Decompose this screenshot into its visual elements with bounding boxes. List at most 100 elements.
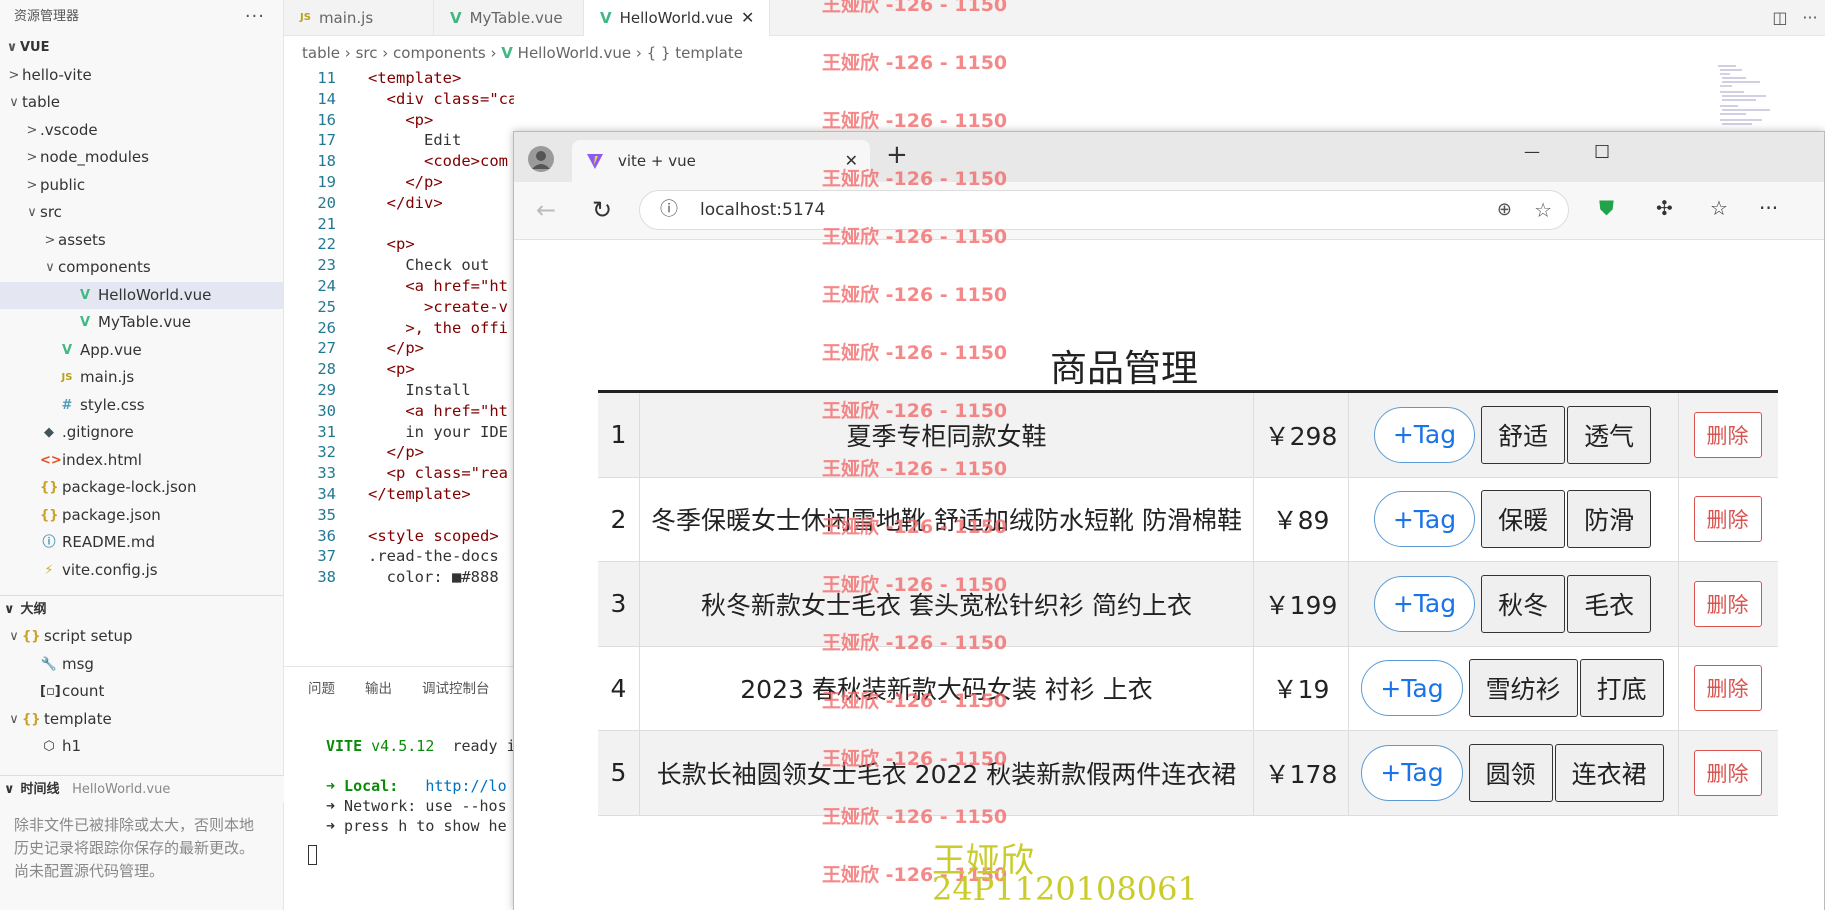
favorite-star-icon[interactable]: ☆: [1534, 191, 1552, 229]
tree-item-label: MyTable.vue: [98, 313, 191, 331]
tree-item[interactable]: JS main.js: [0, 364, 283, 392]
tree-item[interactable]: [▫] count: [0, 678, 284, 706]
watermark-text: 王娅欣 -126 - 1150: [822, 632, 1008, 654]
address-bar[interactable]: ⓘ localhost:5174 ⊕ ☆: [639, 190, 1569, 230]
tree-item[interactable]: V MyTable.vue: [0, 309, 283, 337]
tag-chip[interactable]: 舒适: [1481, 405, 1566, 464]
tree-item[interactable]: ⬡ h1: [0, 733, 284, 761]
chevron-down-icon: ∨: [27, 205, 37, 220]
breadcrumb-template[interactable]: { } template: [647, 44, 743, 62]
tree-item[interactable]: ⚡ vite.config.js: [0, 557, 283, 585]
table-row: 1 夏季专柜同款女鞋 ￥298 +Tag 舒适 透气 删除: [598, 393, 1778, 478]
breadcrumb-components[interactable]: components: [393, 44, 486, 62]
tree-item[interactable]: V HelloWorld.vue: [0, 281, 283, 309]
file-type-icon: {}: [40, 480, 59, 495]
more-icon[interactable]: ···: [1759, 196, 1778, 220]
outline-header[interactable]: ∨ 大纲: [0, 595, 284, 623]
chevron-right-icon: >: [26, 177, 38, 193]
tab-main-js[interactable]: JS main.js: [284, 0, 434, 36]
tag-chip[interactable]: 连衣裙: [1554, 743, 1664, 802]
file-type-icon: ⓘ: [42, 535, 56, 550]
tree-item[interactable]: # style.css: [0, 392, 283, 420]
delete-button[interactable]: 删除: [1693, 496, 1762, 543]
minimize-button[interactable]: —: [1524, 142, 1540, 161]
tab-helloworld-vue[interactable]: V HelloWorld.vue ✕: [584, 0, 770, 36]
file-type-icon: JS: [61, 372, 73, 383]
breadcrumb: table › src › components › V HelloWorld.…: [284, 40, 1284, 66]
shield-icon[interactable]: ⛊: [1599, 196, 1614, 220]
tag-chip[interactable]: 保暖: [1481, 490, 1566, 549]
watermark-text: 王娅欣 -126 - 1150: [822, 0, 1008, 16]
explorer-root[interactable]: ∨ VUE: [0, 34, 283, 62]
tree-item[interactable]: > assets: [0, 227, 283, 255]
tree-item[interactable]: ∨{} script setup: [0, 623, 284, 651]
tree-item[interactable]: ∨{} template: [0, 706, 284, 734]
add-tag-button[interactable]: +Tag: [1373, 406, 1476, 463]
delete-button[interactable]: 删除: [1693, 411, 1762, 458]
maximize-button[interactable]: ☐: [1594, 142, 1610, 163]
tag-chip[interactable]: 圆领: [1468, 743, 1553, 802]
tab-output[interactable]: 输出: [365, 677, 392, 697]
site-info-icon[interactable]: ⓘ: [660, 191, 678, 229]
tree-item[interactable]: V App.vue: [0, 337, 283, 365]
tree-item[interactable]: > public: [0, 172, 283, 200]
tab-mytable-vue[interactable]: V MyTable.vue: [434, 0, 584, 36]
zoom-icon[interactable]: ⊕: [1497, 191, 1512, 229]
timeline-header[interactable]: ∨ 时间线 HelloWorld.vue: [0, 775, 284, 803]
file-type-icon: ◆: [44, 425, 54, 440]
tree-item[interactable]: <> index.html: [0, 447, 283, 475]
delete-button[interactable]: 删除: [1693, 665, 1762, 712]
tree-item[interactable]: ∨ components: [0, 254, 283, 282]
add-tag-button[interactable]: +Tag: [1373, 575, 1476, 632]
tag-chip[interactable]: 透气: [1567, 405, 1652, 464]
close-icon[interactable]: ✕: [741, 0, 754, 36]
breadcrumb-file[interactable]: HelloWorld.vue: [518, 44, 631, 62]
bottom-panel: 问题 输出 调试控制台 VITE v4.5.12 ready i ➜ Local…: [284, 666, 516, 910]
tag-chip[interactable]: 毛衣: [1567, 574, 1652, 633]
tab-problems[interactable]: 问题: [308, 677, 335, 697]
tree-item[interactable]: {} package-lock.json: [0, 474, 283, 502]
tree-item[interactable]: > hello-vite: [0, 62, 283, 90]
tag-chip[interactable]: 秋冬: [1481, 574, 1566, 633]
code-editor[interactable]: 11<template>14 <div class="card">16 <p>1…: [284, 66, 514, 666]
split-editor-icon[interactable]: ◫: [1772, 8, 1787, 27]
tree-item[interactable]: > node_modules: [0, 144, 283, 172]
tree-item[interactable]: 🔧 msg: [0, 651, 284, 679]
more-actions-icon[interactable]: ···: [1802, 8, 1817, 27]
minimap[interactable]: [1716, 62, 1776, 132]
tag-chip[interactable]: 防滑: [1567, 490, 1652, 549]
tree-item-label: components: [58, 258, 151, 276]
chevron-down-icon: ∨: [9, 711, 19, 727]
tree-item[interactable]: ∨ table: [0, 89, 283, 117]
tree-item[interactable]: {} package.json: [0, 502, 283, 530]
vite-version: v4.5.12: [371, 737, 435, 755]
profile-avatar[interactable]: [528, 146, 554, 172]
tree-item[interactable]: ∨ src: [0, 199, 283, 227]
vite-label: VITE: [326, 737, 363, 755]
tag-chip[interactable]: 雪纺衫: [1468, 659, 1578, 718]
tab-debug-console[interactable]: 调试控制台: [422, 677, 490, 697]
back-icon[interactable]: ←: [536, 196, 556, 224]
tree-item-label: index.html: [62, 450, 142, 469]
local-url[interactable]: http://lo: [425, 777, 506, 795]
extensions-icon[interactable]: ✣: [1656, 196, 1673, 220]
more-icon[interactable]: ···: [245, 0, 265, 34]
add-tag-button[interactable]: +Tag: [1361, 660, 1463, 717]
file-type-icon: ⚡: [44, 562, 54, 578]
editor-tab-bar: JS main.js V MyTable.vue V HelloWorld.vu…: [284, 0, 1825, 36]
tag-chip[interactable]: 打底: [1579, 659, 1664, 718]
tag-cell: +Tag 圆领 连衣裙: [1349, 731, 1679, 815]
delete-button[interactable]: 删除: [1693, 580, 1762, 627]
reload-icon[interactable]: ↻: [592, 196, 612, 224]
local-label: ➜ Local:: [326, 777, 399, 795]
add-tag-button[interactable]: +Tag: [1361, 744, 1463, 801]
delete-button[interactable]: 删除: [1693, 749, 1762, 796]
tree-item[interactable]: > .vscode: [0, 117, 283, 145]
favorites-icon[interactable]: ☆: [1710, 196, 1728, 220]
tree-item[interactable]: ◆ .gitignore: [0, 419, 283, 447]
tree-item[interactable]: ⓘ README.md: [0, 529, 283, 557]
breadcrumb-src[interactable]: src: [356, 44, 378, 62]
tree-item-label: assets: [58, 230, 106, 249]
breadcrumb-table[interactable]: table: [302, 44, 340, 62]
add-tag-button[interactable]: +Tag: [1373, 491, 1476, 548]
